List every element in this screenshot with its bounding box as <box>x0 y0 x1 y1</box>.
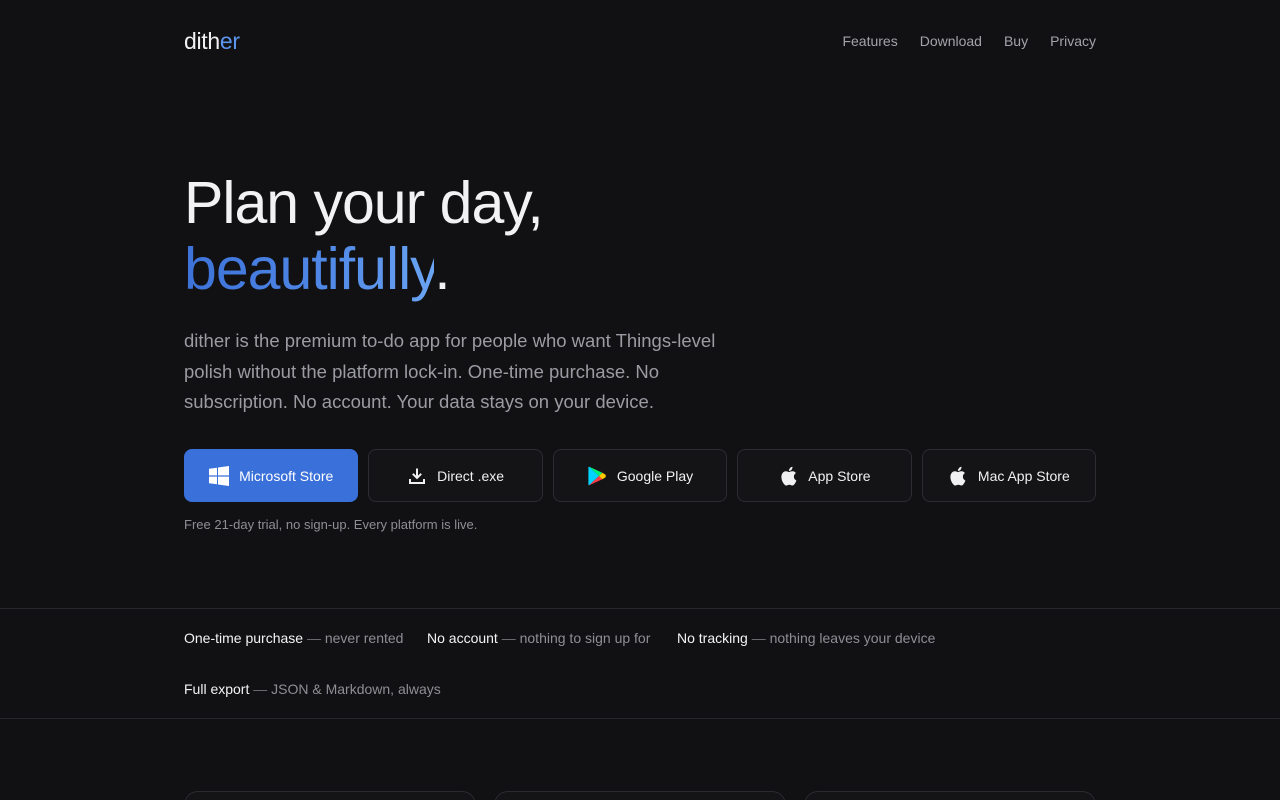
headline: Plan your day, beautifully. <box>184 170 1096 302</box>
google-play-button[interactable]: Google Play <box>552 449 728 502</box>
store-label: App Store <box>808 467 871 484</box>
apple-icon <box>778 466 798 486</box>
feature-card <box>804 791 1096 800</box>
feature-value: never rented <box>324 630 404 646</box>
store-label: Direct .exe <box>437 467 505 484</box>
windows-icon <box>209 465 230 486</box>
feature-separator: — <box>303 630 325 646</box>
google-play-icon <box>587 466 607 486</box>
apple-icon <box>948 466 968 486</box>
feature-key: No tracking <box>677 630 748 646</box>
logo[interactable]: dither <box>184 28 240 55</box>
feature-item: Full export — JSON & Markdown, always <box>184 681 441 697</box>
feature-value: nothing leaves your device <box>769 630 936 646</box>
feature-separator: — <box>249 681 272 697</box>
feature-separator: — <box>747 630 770 646</box>
page: dither Features Download Buy Privacy Pla… <box>0 0 1280 800</box>
feature-card <box>184 791 476 800</box>
feature-key: One-time purchase <box>184 630 304 646</box>
feature-value: JSON & Markdown, always <box>271 681 441 697</box>
feature-item: One-time purchase — never rented <box>184 630 403 646</box>
nav-link-privacy[interactable]: Privacy <box>1050 33 1096 49</box>
hero: Plan your day, beautifully. dither is th… <box>184 170 1096 418</box>
headline-accent: beautifully <box>184 236 435 302</box>
store-label: Microsoft Store <box>239 467 334 484</box>
top-nav: Features Download Buy Privacy <box>842 33 1096 49</box>
feature-key: No account <box>427 630 498 646</box>
microsoft-store-button[interactable]: Microsoft Store <box>184 449 359 502</box>
store-buttons: Microsoft Store Direct .exe Google Play <box>184 449 1097 502</box>
feature-key: Full export <box>184 681 250 697</box>
feature-item: No tracking — nothing leaves your device <box>677 630 935 646</box>
store-label: Google Play <box>616 467 694 484</box>
download-icon <box>407 466 427 486</box>
headline-line1: Plan your day, <box>184 170 544 236</box>
hero-description: dither is the premium to-do app for peop… <box>184 330 716 412</box>
nav-link-buy[interactable]: Buy <box>1004 33 1028 49</box>
headline-period: . <box>434 236 450 302</box>
logo-text: dith <box>184 27 220 54</box>
direct-exe-button[interactable]: Direct .exe <box>368 449 543 502</box>
store-label: Mac App Store <box>977 467 1070 484</box>
nav-link-download[interactable]: Download <box>920 33 982 49</box>
feature-separator: — <box>497 630 520 646</box>
feature-item: No account — nothing to sign up for <box>427 630 650 646</box>
app-store-button[interactable]: App Store <box>737 449 912 502</box>
features-strip: One-time purchase — never rented No acco… <box>0 608 1280 719</box>
headline-line2: beautifully. <box>184 236 1096 302</box>
nav-link-features[interactable]: Features <box>842 33 897 49</box>
site-header: dither Features Download Buy Privacy <box>184 26 1096 56</box>
feature-card <box>494 791 786 800</box>
feature-value: nothing to sign up for <box>519 630 651 646</box>
trial-note: Free 21-day trial, no sign-up. Every pla… <box>184 517 478 532</box>
mac-app-store-button[interactable]: Mac App Store <box>921 449 1097 502</box>
logo-accent-text: er <box>219 27 240 54</box>
